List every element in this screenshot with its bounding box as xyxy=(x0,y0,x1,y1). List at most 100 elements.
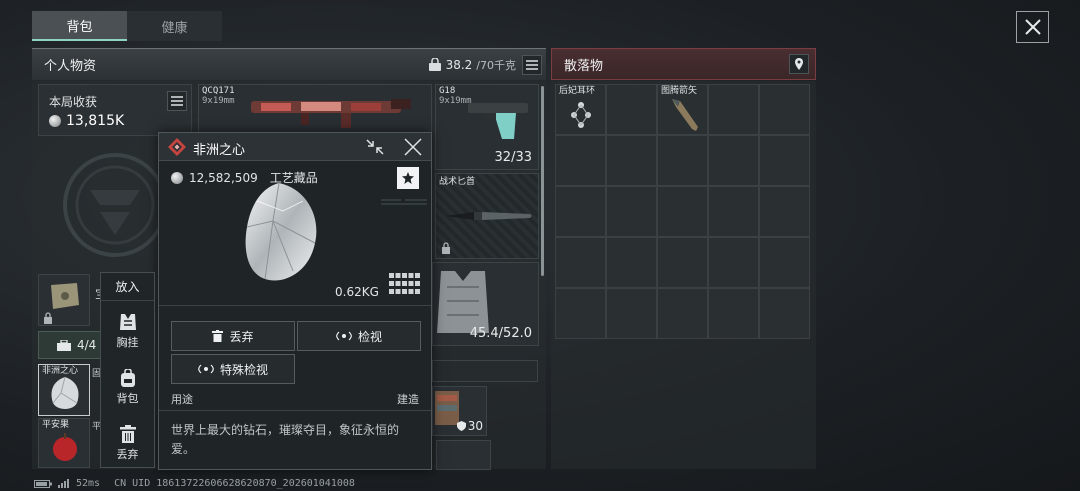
diamond-small-icon xyxy=(51,376,79,409)
loot-grid-cell[interactable] xyxy=(708,186,759,237)
close-button[interactable] xyxy=(1016,11,1049,43)
loot-grid-cell[interactable] xyxy=(708,288,759,339)
earnings-box: 本局收获 13,815K xyxy=(38,84,192,136)
vest-icon xyxy=(119,314,136,330)
earring-icon xyxy=(571,102,591,128)
loot-grid-cell[interactable] xyxy=(606,288,657,339)
faction-emblem-icon xyxy=(63,153,167,257)
pistol-icon xyxy=(468,103,528,139)
list-icon xyxy=(171,96,183,106)
list-icon xyxy=(526,60,538,70)
primary-weapon-slot[interactable]: QCQ171 9x19mm xyxy=(198,84,432,134)
backpack-item-count-row: 30 xyxy=(456,419,483,433)
personal-supplies-title: 个人物资 xyxy=(44,59,97,74)
build-label[interactable]: 建造 xyxy=(397,391,419,407)
loot-grid-cell[interactable] xyxy=(606,186,657,237)
put-in-menu: 放入 胸挂 背包 丢弃 xyxy=(100,272,155,468)
loot-grid-cell[interactable] xyxy=(606,84,657,135)
put-in-title: 放入 xyxy=(101,273,154,301)
loot-grid-cell[interactable] xyxy=(759,84,810,135)
armor-slot[interactable]: 45.4/52.0 xyxy=(432,262,539,346)
melee-name: 战术匕首 xyxy=(439,177,476,187)
favorite-button[interactable] xyxy=(397,167,419,189)
loot-grid-cell[interactable] xyxy=(759,288,810,339)
rarity-diamond-icon xyxy=(168,138,186,156)
put-in-backpack[interactable]: 背包 xyxy=(101,369,154,406)
heart-of-africa-diamond-icon xyxy=(245,182,317,281)
apple-icon xyxy=(53,433,77,461)
item-description: 世界上最大的钻石，璀璨夺目，象征永恒的爱。 xyxy=(171,423,400,456)
item-detail-title: 非洲之心 xyxy=(193,143,246,158)
toolbox-icon xyxy=(57,339,71,351)
loot-grid-cell[interactable] xyxy=(759,237,810,288)
loot-grid-cell[interactable] xyxy=(555,135,606,186)
put-in-backpack-label: 背包 xyxy=(116,392,139,405)
inventory-scrollbar[interactable] xyxy=(541,86,544,276)
backpack-item-slot[interactable]: 30 xyxy=(432,386,487,436)
loot-item-earring[interactable]: 后妃耳环 xyxy=(556,85,606,135)
tab-health[interactable]: 健康 xyxy=(127,11,222,41)
sidearm-ammo: 32/33 xyxy=(494,150,532,165)
item-slot-heart-of-africa[interactable]: 非洲之心 xyxy=(38,364,90,416)
put-in-chest-rig[interactable]: 胸挂 xyxy=(101,313,154,350)
card-divider-2 xyxy=(159,410,431,411)
backpack-item-count: 30 xyxy=(467,419,483,433)
loot-grid-cell[interactable] xyxy=(708,237,759,288)
loot-grid-cell[interactable] xyxy=(657,186,708,237)
loot-item-arrow[interactable]: 图腾箭矢 xyxy=(658,85,708,135)
lock-icon xyxy=(442,242,450,254)
loot-grid-cell[interactable] xyxy=(708,84,759,135)
loot-grid-cell[interactable] xyxy=(555,288,606,339)
currency-icon xyxy=(49,115,61,127)
loot-item-arrow-label: 图腾箭矢 xyxy=(661,86,698,96)
chest-rig-strip[interactable] xyxy=(432,360,538,382)
loot-grid-cell[interactable] xyxy=(657,135,708,186)
put-in-discard[interactable]: 丢弃 xyxy=(101,425,154,462)
trash-icon xyxy=(212,330,224,342)
close-card-icon[interactable] xyxy=(403,138,423,156)
weight-current: 38.2 xyxy=(445,58,473,72)
special-inspect-button[interactable]: 特殊检视 xyxy=(171,354,295,384)
lock-icon xyxy=(44,312,52,324)
tab-backpack[interactable]: 背包 xyxy=(32,11,127,41)
loot-item-earring-label: 后妃耳环 xyxy=(559,86,596,96)
discard-button[interactable]: 丢弃 xyxy=(171,321,295,351)
loot-grid-cell[interactable] xyxy=(555,237,606,288)
user-uid: CN UID 18613722606628620870_202601041008 xyxy=(114,478,355,489)
locate-loot-button[interactable] xyxy=(789,54,809,74)
inspect-button[interactable]: 检视 xyxy=(297,321,421,351)
earnings-label: 本局收获 xyxy=(49,95,98,109)
weight-indicator: 38.2/70千克 xyxy=(428,57,516,73)
special-inspect-label: 特殊检视 xyxy=(219,362,268,377)
loot-grid-cell[interactable] xyxy=(606,135,657,186)
loot-grid-cell[interactable] xyxy=(606,237,657,288)
weight-icon xyxy=(428,58,441,71)
safe-box-slot[interactable] xyxy=(38,274,90,326)
inspect-icon xyxy=(336,331,352,341)
loot-grid-cell[interactable] xyxy=(759,135,810,186)
personal-supplies-header: 个人物资 38.2/70千克 xyxy=(32,48,546,80)
loot-grid-cell[interactable] xyxy=(657,237,708,288)
loot-grid-cell[interactable] xyxy=(708,135,759,186)
primary-weapon-caliber: 9x19mm xyxy=(202,96,235,106)
item-slot-apple[interactable]: 平安果 xyxy=(38,418,90,468)
loot-grid-cell[interactable] xyxy=(657,288,708,339)
earnings-list-button[interactable] xyxy=(167,91,187,111)
melee-slot[interactable]: 战术匕首 xyxy=(435,173,539,259)
loot-header: 散落物 xyxy=(551,48,816,80)
top-tabs: 背包 健康 xyxy=(32,11,222,41)
totem-arrow-icon xyxy=(672,99,698,131)
container-count-bar[interactable]: 4/4 xyxy=(38,331,102,359)
knife-icon xyxy=(446,212,532,220)
sidearm-slot[interactable]: G18 9x19mm 32/33 xyxy=(435,84,539,170)
loot-title: 散落物 xyxy=(564,58,604,74)
close-icon xyxy=(1024,19,1041,35)
backpack-empty-slot[interactable] xyxy=(436,440,491,470)
sort-list-button[interactable] xyxy=(522,55,542,75)
loot-grid-cell[interactable] xyxy=(759,186,810,237)
collapse-icon[interactable] xyxy=(365,138,385,156)
status-footer: 52ms CN UID 18613722606628620870_2026010… xyxy=(34,478,355,489)
loot-grid-cell[interactable] xyxy=(555,186,606,237)
card-divider xyxy=(159,305,431,306)
safe-box-icon xyxy=(51,283,79,309)
